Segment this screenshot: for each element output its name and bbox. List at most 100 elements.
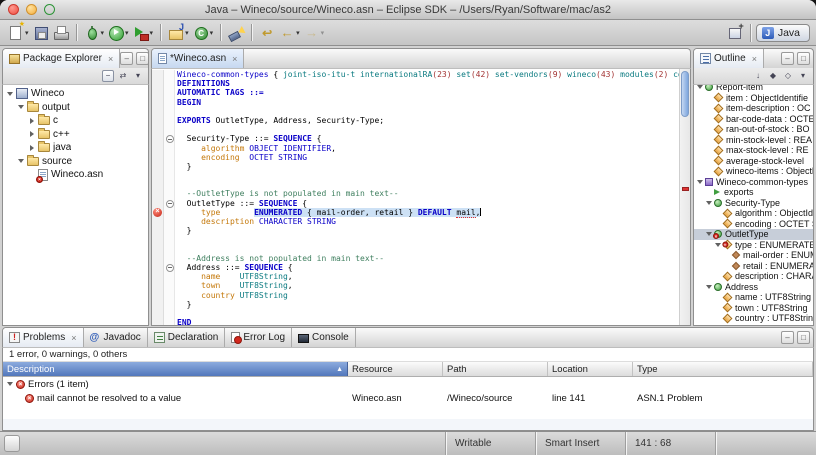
hide-fields-button[interactable]: ◆ bbox=[767, 70, 779, 82]
outline-item[interactable]: name : UTF8String bbox=[694, 292, 813, 303]
title-bar[interactable]: Java – Wineco/source/Wineco.asn – Eclips… bbox=[0, 0, 816, 20]
outline-item[interactable]: bar-code-data : OCTE bbox=[694, 114, 813, 125]
code-text[interactable]: algorithm OBJECT IDENTIFIER, bbox=[175, 144, 336, 153]
outline-item[interactable]: town : UTF8String bbox=[694, 303, 813, 314]
fold-collapse-icon[interactable] bbox=[164, 263, 175, 272]
outline-item[interactable]: average-stock-level bbox=[694, 156, 813, 167]
dropdown-arrow-icon[interactable]: ▾ bbox=[210, 29, 214, 37]
tree-item[interactable]: c++ bbox=[3, 128, 148, 142]
code-text[interactable]: END bbox=[175, 318, 191, 325]
forward-button[interactable]: ▾ bbox=[302, 22, 327, 44]
code-text[interactable]: description CHARACTER STRING bbox=[175, 217, 336, 226]
close-editor-icon[interactable]: × bbox=[232, 54, 237, 64]
minimize-window-button[interactable] bbox=[26, 4, 37, 15]
dropdown-arrow-icon[interactable]: ▾ bbox=[25, 29, 29, 37]
disclosure-open-icon[interactable] bbox=[705, 201, 713, 205]
outline-item[interactable]: ×OutletType bbox=[694, 229, 813, 240]
outline-item[interactable]: item : ObjectIdentifie bbox=[694, 93, 813, 104]
editor-scrollbar-thumb[interactable] bbox=[681, 71, 689, 117]
editor-tab-wineco-asn[interactable]: *Wineco.asn × bbox=[152, 49, 244, 68]
editor-code[interactable]: Wineco-common-types { joint-iso-itu-t in… bbox=[152, 69, 679, 325]
hide-non-public-button[interactable]: ◇ bbox=[782, 70, 794, 82]
overview-error-marker[interactable] bbox=[682, 187, 689, 191]
close-view-icon[interactable]: × bbox=[108, 54, 113, 64]
outline-view-menu-button[interactable]: ▾ bbox=[797, 70, 809, 82]
code-text[interactable]: } bbox=[175, 300, 191, 309]
outline-item[interactable]: item-description : OC bbox=[694, 103, 813, 114]
run-button[interactable]: ▾ bbox=[106, 22, 131, 44]
close-tab-icon[interactable]: × bbox=[71, 333, 76, 343]
code-text[interactable]: town UTF8String, bbox=[175, 281, 293, 290]
tree-item[interactable]: java bbox=[3, 141, 148, 155]
code-text[interactable]: Security-Type ::= SEQUENCE { bbox=[175, 134, 322, 143]
dropdown-arrow-icon[interactable]: ▾ bbox=[296, 29, 300, 37]
tab-problems[interactable]: Problems× bbox=[3, 328, 84, 347]
new-java-project-button[interactable]: ▾ bbox=[166, 22, 191, 44]
column-header-location[interactable]: Location bbox=[548, 362, 633, 376]
outline-item[interactable]: algorithm : ObjectIde bbox=[694, 208, 813, 219]
sort-button[interactable]: ↓ bbox=[752, 70, 764, 82]
debug-button[interactable]: ▾ bbox=[82, 22, 107, 44]
link-with-editor-button[interactable]: ⇄ bbox=[117, 70, 129, 82]
tree-item[interactable]: output bbox=[3, 101, 148, 115]
dropdown-arrow-icon[interactable]: ▾ bbox=[321, 29, 325, 37]
package-view-menu-button[interactable]: ▾ bbox=[132, 70, 144, 82]
code-text[interactable]: type ENUMERATED { mail-order, retail } D… bbox=[175, 208, 481, 217]
code-text[interactable]: BEGIN bbox=[175, 98, 201, 107]
code-text[interactable]: Address ::= SEQUENCE { bbox=[175, 263, 293, 272]
tab-error-log[interactable]: Error Log bbox=[225, 328, 292, 347]
disclosure-open-icon[interactable] bbox=[705, 232, 713, 236]
column-header-resource[interactable]: Resource bbox=[348, 362, 443, 376]
outline-item[interactable]: Security-Type bbox=[694, 198, 813, 209]
maximize-view-button[interactable]: □ bbox=[797, 52, 810, 65]
code-text[interactable]: } bbox=[175, 226, 191, 235]
minimize-view-button[interactable]: – bbox=[781, 52, 794, 65]
tab-declaration[interactable]: Declaration bbox=[148, 328, 226, 347]
outline-item[interactable]: min-stock-level : REA bbox=[694, 135, 813, 146]
disclosure-open-icon[interactable] bbox=[5, 92, 15, 96]
tab-console[interactable]: Console bbox=[292, 328, 356, 347]
outline-item[interactable]: wineco-items : Objectl bbox=[694, 166, 813, 177]
package-explorer-tab[interactable]: Package Explorer × bbox=[3, 49, 120, 68]
fast-view-button[interactable] bbox=[4, 435, 20, 452]
disclosure-closed-icon[interactable] bbox=[27, 131, 37, 137]
outline-tab[interactable]: Outline × bbox=[694, 49, 764, 68]
collapse-all-button[interactable]: − bbox=[102, 70, 114, 82]
code-text[interactable]: OutletType ::= SEQUENCE { bbox=[175, 199, 307, 208]
code-text[interactable]: Wineco-common-types { joint-iso-itu-t in… bbox=[175, 70, 679, 79]
last-edit-location-button[interactable] bbox=[257, 22, 277, 44]
tree-item[interactable]: source bbox=[3, 155, 148, 169]
print-button[interactable] bbox=[51, 22, 71, 44]
new-java-class-button[interactable]: ▾ bbox=[191, 22, 216, 44]
disclosure-open-icon[interactable] bbox=[696, 85, 704, 89]
code-text[interactable]: DEFINITIONS bbox=[175, 79, 230, 88]
disclosure-closed-icon[interactable] bbox=[27, 118, 37, 124]
outline-item[interactable]: max-stock-level : RE bbox=[694, 145, 813, 156]
maximize-view-button[interactable]: □ bbox=[136, 52, 149, 65]
outline-item[interactable]: ×type : ENUMERATED bbox=[694, 240, 813, 251]
code-text[interactable]: --Address is not populated in main text-… bbox=[175, 254, 384, 263]
tree-item[interactable]: c bbox=[3, 114, 148, 128]
outline-item[interactable]: description : CHARA bbox=[694, 271, 813, 282]
fold-collapse-icon[interactable] bbox=[164, 199, 175, 208]
new-wizard-button[interactable]: ▾ bbox=[6, 22, 31, 44]
dropdown-arrow-icon[interactable]: ▾ bbox=[150, 29, 154, 37]
save-button[interactable] bbox=[31, 22, 51, 44]
outline-item[interactable]: encoding : OCTET ST bbox=[694, 219, 813, 230]
dropdown-arrow-icon[interactable]: ▾ bbox=[125, 29, 129, 37]
tree-item[interactable]: Wineco bbox=[3, 87, 148, 101]
code-text[interactable]: AUTOMATIC TAGS ::= bbox=[175, 88, 264, 97]
outline-item[interactable]: exports bbox=[694, 187, 813, 198]
minimize-view-button[interactable]: – bbox=[120, 52, 133, 65]
error-marker-icon[interactable] bbox=[152, 208, 164, 217]
disclosure-open-icon[interactable] bbox=[714, 243, 722, 247]
minimize-view-button[interactable]: – bbox=[781, 331, 794, 344]
tab-javadoc[interactable]: Javadoc bbox=[84, 328, 148, 347]
code-text[interactable]: country UTF8String bbox=[175, 291, 288, 300]
dropdown-arrow-icon[interactable]: ▾ bbox=[101, 29, 105, 37]
close-view-icon[interactable]: × bbox=[752, 54, 757, 64]
java-perspective-button[interactable]: Java bbox=[756, 24, 810, 42]
expanded-arrow-icon[interactable] bbox=[7, 382, 13, 386]
problems-row[interactable]: ×mail cannot be resolved to a valueWinec… bbox=[3, 391, 813, 405]
external-tools-button[interactable]: ▾ bbox=[131, 22, 156, 44]
